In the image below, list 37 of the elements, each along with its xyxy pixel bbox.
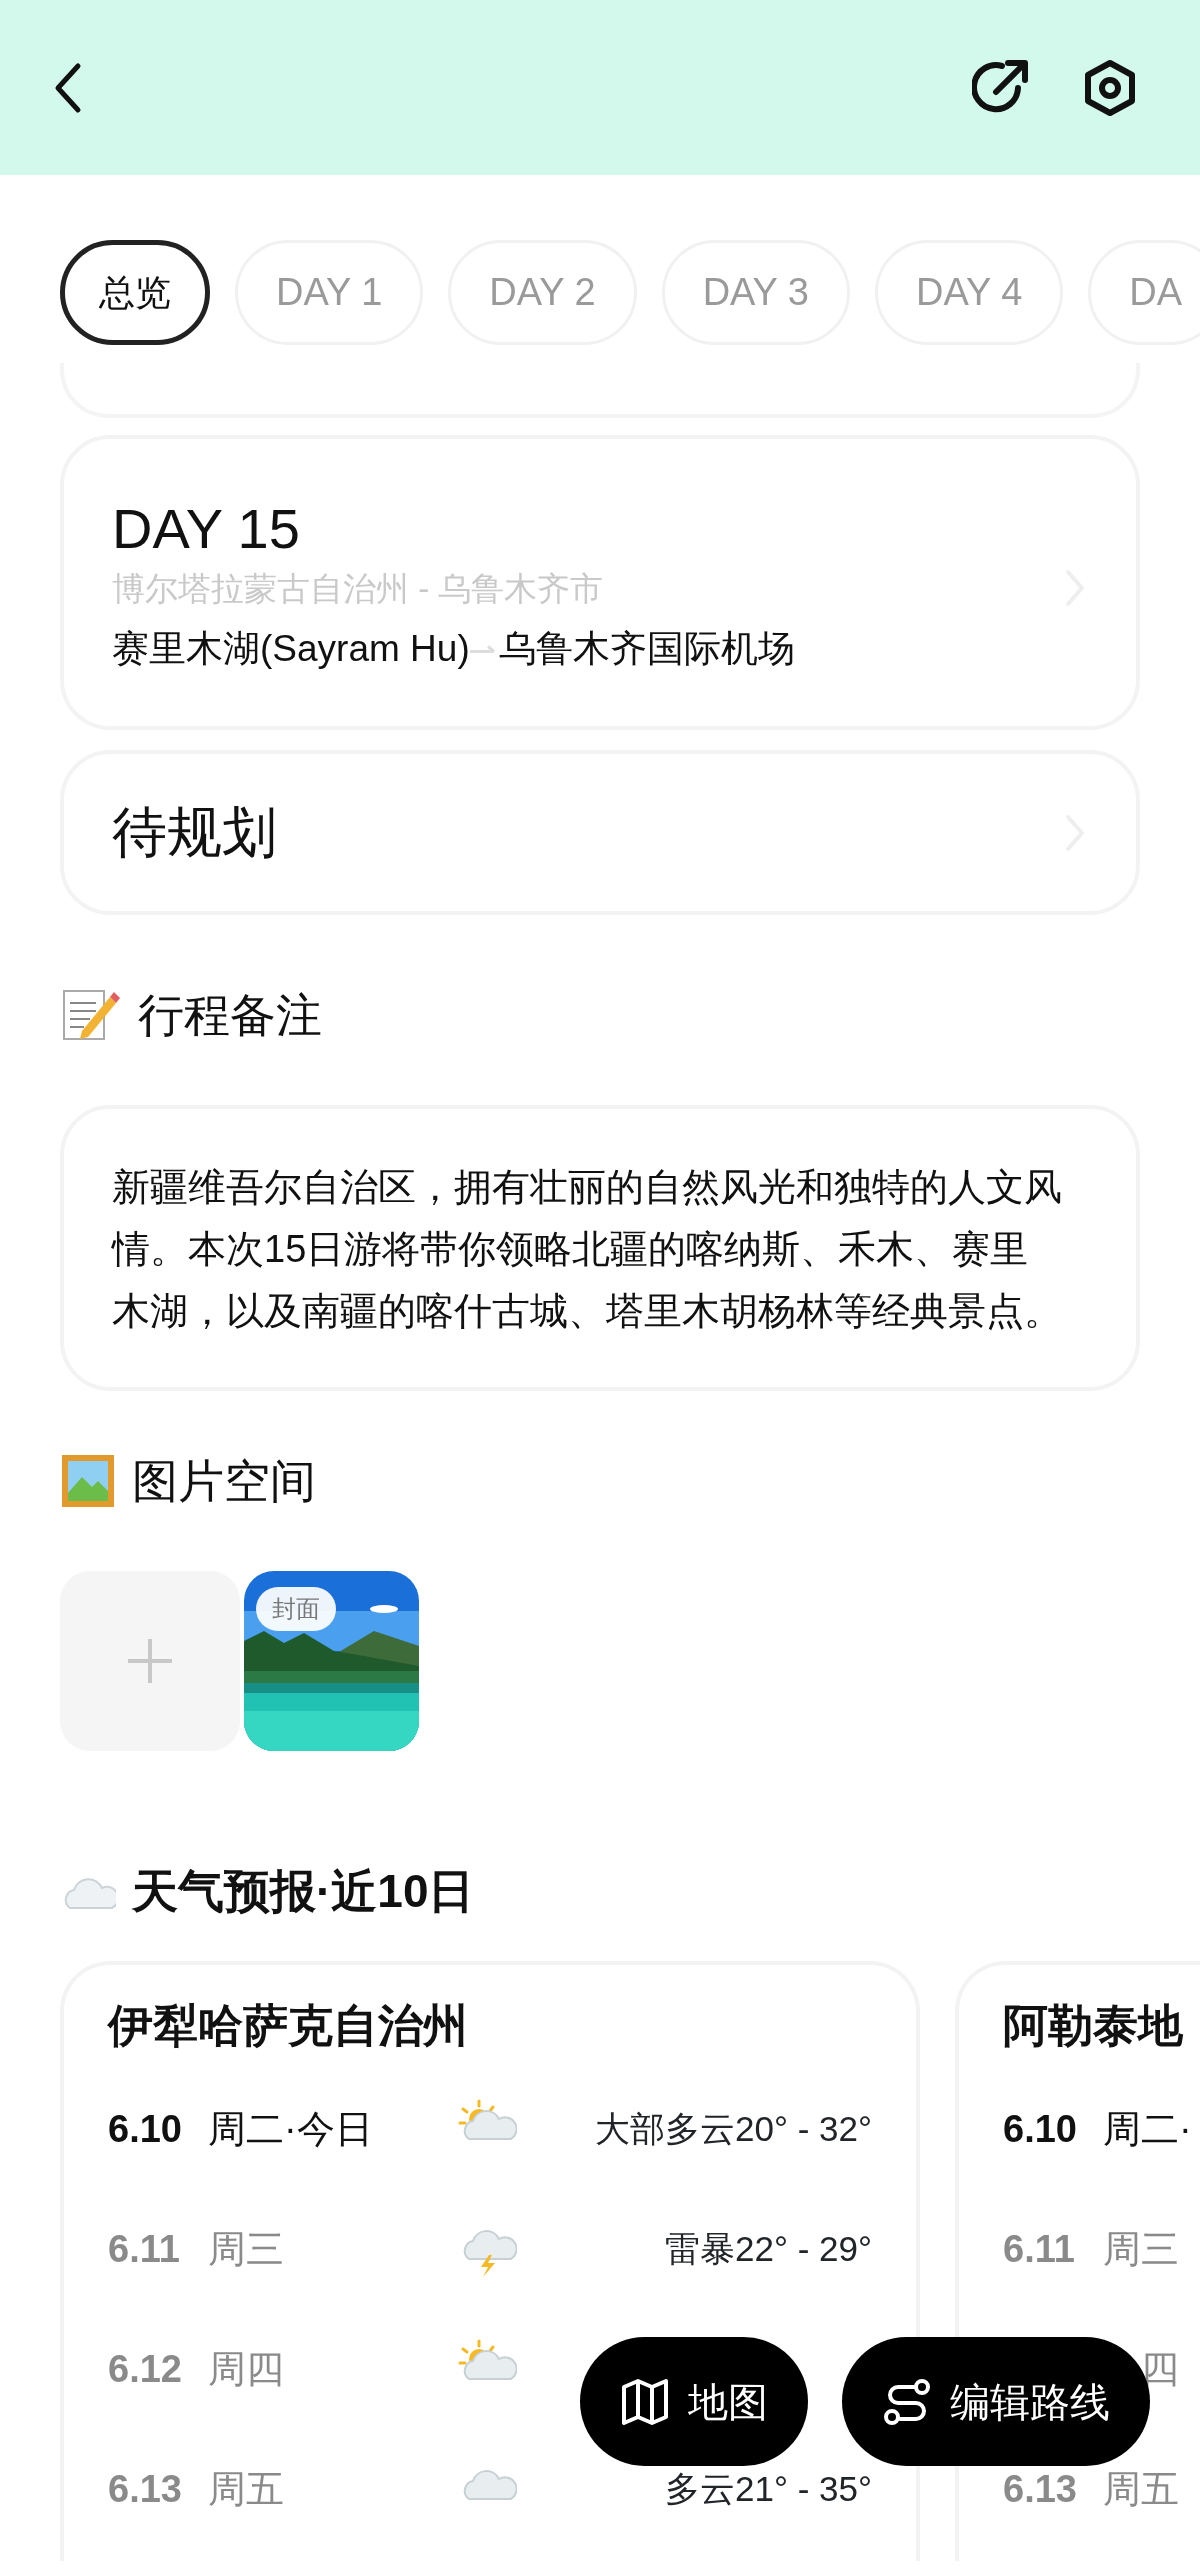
date-text: 6.10 [1003, 2106, 1078, 2152]
map-icon [620, 2376, 670, 2427]
weekday-text: 周五 [1103, 2466, 1179, 2512]
date-text: 6.11 [1003, 2226, 1076, 2272]
route-icon [882, 2376, 932, 2427]
weekday-text: 周五 [208, 2466, 284, 2512]
section-title: 行程备注 [138, 987, 322, 1043]
weekday-text: 周二·今日 [208, 2106, 373, 2152]
memo-icon [60, 987, 122, 1043]
picture-frame-icon [60, 1453, 116, 1509]
cover-label: 封面 [256, 1587, 336, 1631]
weekday-text: 周二· [1103, 2106, 1192, 2152]
region-name: 伊犁哈萨克自治州 [108, 2001, 469, 2051]
date-text: 6.13 [108, 2466, 183, 2512]
forecast-text: 多云21° - 35° [665, 2467, 872, 2510]
map-button[interactable]: 地图 [580, 2337, 808, 2466]
date-text: 6.12 [108, 2346, 183, 2392]
plus-icon [126, 1637, 174, 1685]
day-title: DAY 15 [112, 498, 301, 560]
section-title: 图片空间 [132, 1453, 316, 1509]
forecast-text: 雷暴22° - 29° [665, 2227, 872, 2270]
day-title: 待规划 [112, 800, 278, 866]
weekday-text: 周三 [208, 2226, 284, 2272]
date-text: 6.10 [108, 2106, 183, 2152]
note-text: 新疆维吾尔自治区，拥有壮丽的自然风光和独特的人文风情。本次15日游将带你领略北疆的喀纳斯、禾木、赛里木湖，以及南疆的喀什古城、塔里木胡杨林等经典景点。 [60, 1105, 1140, 1391]
section-title: 天气预报·近10日 [132, 1863, 475, 1919]
forecast-text: 大部多云20° - 32° [595, 2107, 872, 2150]
region-name: 阿勒泰地 [1003, 2001, 1184, 2051]
weekday-text: 周三 [1103, 2226, 1179, 2272]
day-card[interactable]: 待规划 [60, 750, 1140, 915]
weekday-text: 周四 [208, 2346, 284, 2392]
place-name: 乌鲁木齐国际机场 [498, 627, 795, 672]
arrow-icon [469, 645, 495, 654]
day-tab[interactable]: 总览 [60, 240, 210, 345]
date-text: 6.11 [108, 2226, 181, 2272]
date-text: 6.13 [1003, 2466, 1078, 2512]
place-name: 赛里木湖(Sayram Hu) [112, 627, 470, 672]
